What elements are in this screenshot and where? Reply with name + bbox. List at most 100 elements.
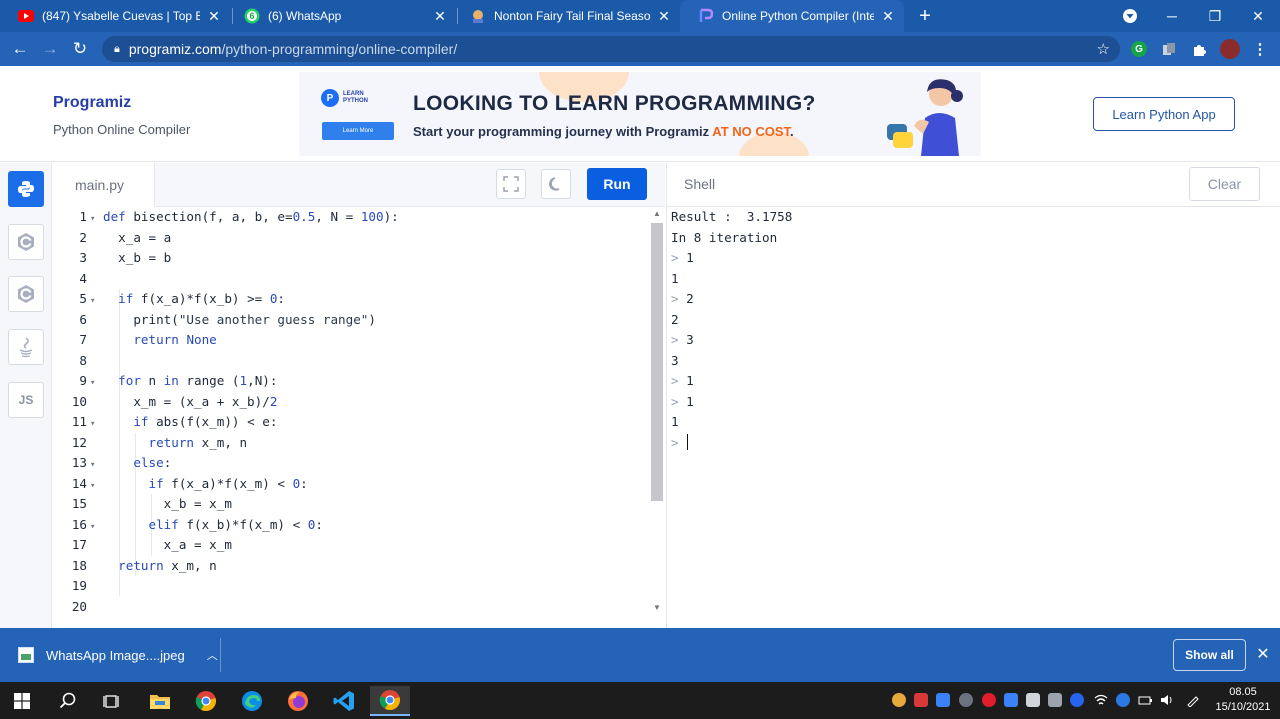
code-line[interactable]: 12 return x_m, n <box>53 433 649 454</box>
code-line[interactable]: 19 <box>53 576 649 597</box>
volume-icon[interactable] <box>1160 693 1174 707</box>
back-icon[interactable]: ← <box>8 38 32 60</box>
new-tab-button[interactable]: + <box>914 5 936 27</box>
python-language-button[interactable] <box>8 171 44 207</box>
vscode-icon[interactable] <box>324 686 364 716</box>
extension-icon[interactable] <box>1161 41 1177 57</box>
code-line[interactable]: 10 x_m = (x_a + x_b)/2 <box>53 392 649 413</box>
avatar[interactable] <box>1220 39 1240 59</box>
puzzle-extensions-icon[interactable] <box>1191 41 1207 57</box>
close-shelf-icon[interactable]: ✕ <box>1254 644 1272 666</box>
browser-tab-anime[interactable]: Nonton Fairy Tail Final Season Ep ✕ <box>452 0 680 32</box>
fold-chevron-icon[interactable]: ▾ <box>87 476 103 497</box>
tray-shield-icon[interactable] <box>914 693 928 707</box>
tray-hidden-icon[interactable] <box>1048 693 1062 707</box>
wifi-icon[interactable] <box>1094 693 1108 707</box>
minimize-icon[interactable]: ─ <box>1152 0 1192 32</box>
fold-chevron-icon[interactable]: ▾ <box>87 517 103 538</box>
js-language-button[interactable]: JS <box>8 382 44 418</box>
grammarly-icon[interactable]: G <box>1131 41 1147 57</box>
opera-icon[interactable] <box>982 693 996 707</box>
search-icon[interactable] <box>48 686 88 716</box>
code-line[interactable]: 4 <box>53 269 649 290</box>
firefox-icon[interactable] <box>278 686 318 716</box>
chevron-up-icon[interactable]: ︿ <box>207 647 218 663</box>
taskbar-clock[interactable]: 08.05 15/10/2021 <box>1212 685 1274 715</box>
tray-app-icon[interactable] <box>936 693 950 707</box>
pen-icon[interactable] <box>1186 693 1200 708</box>
code-line[interactable]: 15 x_b = x_m <box>53 494 649 515</box>
close-tab-icon[interactable]: ✕ <box>656 8 672 24</box>
clear-button[interactable]: Clear <box>1189 167 1260 201</box>
close-tab-icon[interactable]: ✕ <box>206 8 222 24</box>
restore-icon[interactable]: ❐ <box>1195 0 1235 32</box>
tray-network-app-icon[interactable] <box>959 693 973 707</box>
chrome-active-icon[interactable] <box>370 686 410 716</box>
chrome-menu-icon[interactable]: ⋮ <box>1252 41 1268 58</box>
chrome-icon[interactable] <box>186 686 226 716</box>
fold-chevron-icon[interactable]: ▾ <box>87 455 103 476</box>
download-item[interactable]: WhatsApp Image....jpeg ︿ <box>18 641 218 669</box>
learn-python-app-button[interactable]: Learn Python App <box>1093 97 1235 131</box>
code-line[interactable]: 11 ▾ if abs(f(x_m)) < e: <box>53 412 649 433</box>
code-line[interactable]: 16 ▾ elif f(x_b)*f(x_m) < 0: <box>53 515 649 536</box>
tray-app-icon[interactable] <box>892 693 906 707</box>
fold-chevron-icon[interactable]: ▾ <box>87 414 103 435</box>
fullscreen-icon[interactable] <box>496 169 526 199</box>
tray-chat-icon[interactable] <box>1004 693 1018 707</box>
scroll-up-icon[interactable]: ▲ <box>651 209 663 218</box>
code-line[interactable]: 7 return None <box>53 330 649 351</box>
code-editor[interactable]: 1 ▾ def bisection(f, a, b, e=0.5, N = 100)… <box>53 207 665 628</box>
code-line[interactable]: 2 x_a = a <box>53 228 649 249</box>
code-line[interactable]: 18 return x_m, n <box>53 556 649 577</box>
scrollbar-thumb[interactable] <box>651 223 663 501</box>
page-subtitle: Python Online Compiler <box>53 122 191 137</box>
forward-icon[interactable]: → <box>38 38 62 60</box>
address-bar[interactable]: 🔒︎ programiz.com/python-programming/onli… <box>102 36 1120 62</box>
file-explorer-icon[interactable] <box>140 686 180 716</box>
profile-dropdown-icon[interactable] <box>1110 0 1150 32</box>
close-tab-icon[interactable]: ✕ <box>880 8 896 24</box>
battery-icon[interactable] <box>1138 693 1152 707</box>
reload-icon[interactable]: ↻ <box>68 38 92 60</box>
fold-chevron-icon[interactable]: ▾ <box>87 373 103 394</box>
programiz-logo[interactable]: Programiz <box>53 94 131 112</box>
code-line[interactable]: 9 ▾ for n in range (1,N): <box>53 371 649 392</box>
tray-storage-icon[interactable] <box>1026 693 1040 707</box>
shell-output[interactable]: Result : 3.1758 In 8 iteration > 1 1 > 2 2 > 3… <box>666 207 1280 628</box>
code-line[interactable]: 17 x_a = x_m <box>53 535 649 556</box>
tray-app-icon[interactable] <box>1116 693 1130 707</box>
fold-chevron-icon[interactable]: ▾ <box>87 209 103 230</box>
code-line[interactable]: 5 ▾ if f(x_a)*f(x_b) >= 0: <box>53 289 649 310</box>
code-line[interactable]: 3 x_b = b <box>53 248 649 269</box>
ad-banner[interactable]: P LEARN PYTHON Learn More LOOKING TO LEA… <box>299 72 981 156</box>
bookmark-star-icon[interactable]: ☆ <box>1097 40 1110 58</box>
code-line[interactable]: 14 ▾ if f(x_a)*f(x_m) < 0: <box>53 474 649 495</box>
code-line[interactable]: 6 print("Use another guess range") <box>53 310 649 331</box>
code-line[interactable]: 1 ▾ def bisection(f, a, b, e=0.5, N = 100)… <box>53 207 649 228</box>
java-language-button[interactable] <box>8 329 44 365</box>
cpp-language-button[interactable] <box>8 276 44 312</box>
task-view-icon[interactable] <box>92 686 132 716</box>
windows-start-icon[interactable] <box>2 686 42 716</box>
edge-icon[interactable] <box>232 686 272 716</box>
show-all-button[interactable]: Show all <box>1173 639 1246 671</box>
fold-chevron-icon[interactable]: ▾ <box>87 291 103 312</box>
banner-learn-more-button[interactable]: Learn More <box>322 122 394 140</box>
c-language-button[interactable] <box>8 224 44 260</box>
browser-tab-whatsapp[interactable]: 6 (6) WhatsApp ✕ <box>226 0 456 32</box>
editor-scrollbar[interactable]: ▲ ▼ <box>651 207 665 628</box>
browser-tab-programiz[interactable]: Online Python Compiler (Interpre ✕ <box>680 0 904 32</box>
browser-tab-youtube[interactable]: (847) Ysabelle Cuevas | Top Best M ✕ <box>0 0 230 32</box>
code-line[interactable]: 20 <box>53 597 649 618</box>
tray-security-icon[interactable] <box>1070 693 1084 707</box>
banner-subline: Start your programming journey with Prog… <box>413 124 794 139</box>
dark-mode-icon[interactable] <box>541 169 571 199</box>
scroll-down-icon[interactable]: ▼ <box>651 603 663 612</box>
code-line[interactable]: 8 <box>53 351 649 372</box>
file-tab-main[interactable]: main.py <box>53 163 155 207</box>
window-close-icon[interactable]: ✕ <box>1238 0 1278 32</box>
code-line[interactable]: 13 ▾ else: <box>53 453 649 474</box>
close-tab-icon[interactable]: ✕ <box>432 8 448 24</box>
run-button[interactable]: Run <box>587 168 647 200</box>
